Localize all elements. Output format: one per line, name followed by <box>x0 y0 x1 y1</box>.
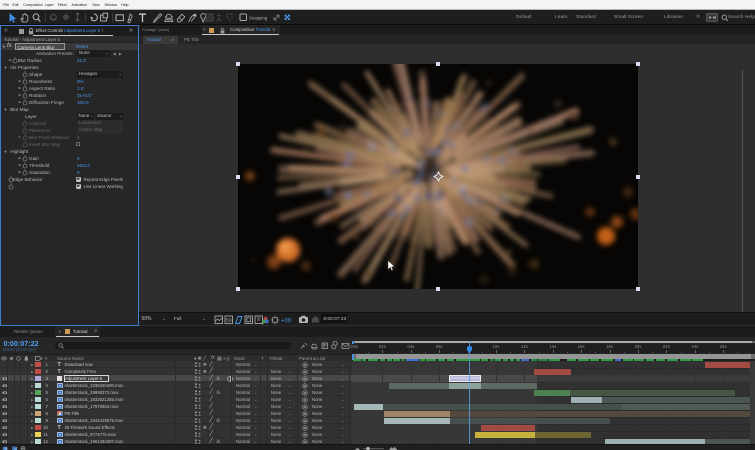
svg-text:50: 50 <box>226 318 232 324</box>
svg-text:+00: +00 <box>281 318 292 324</box>
svg-text:Snapping: Snapping <box>249 15 268 20</box>
